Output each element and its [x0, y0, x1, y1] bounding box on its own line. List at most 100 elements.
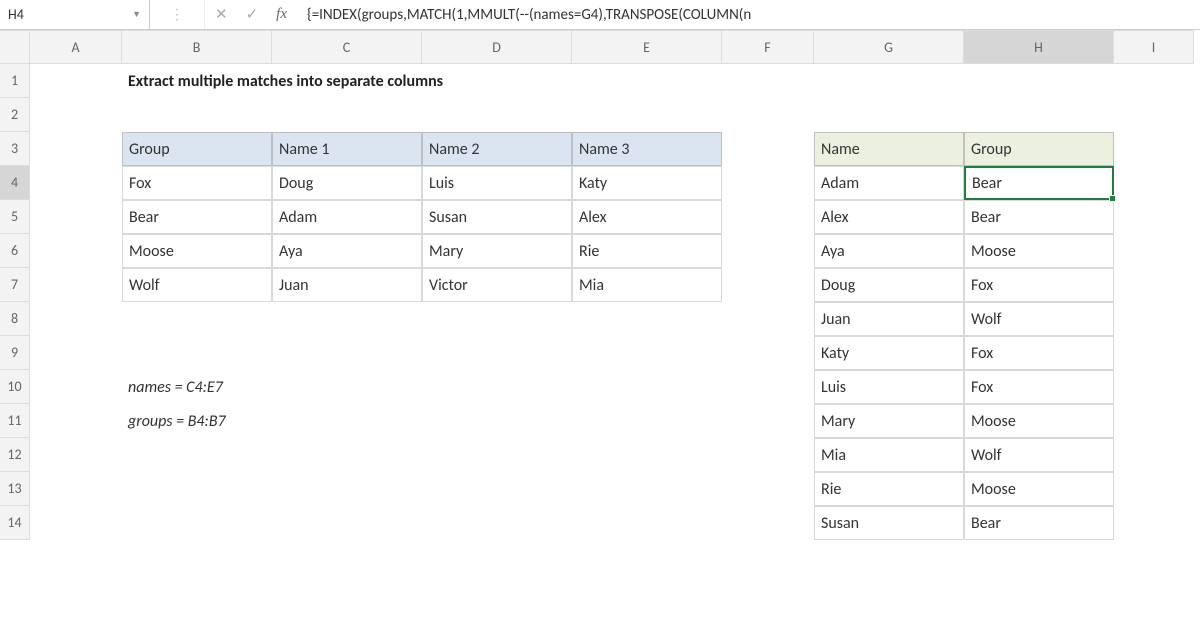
row-hdr-10[interactable]: 10 [0, 370, 30, 404]
cell[interactable] [30, 506, 122, 540]
row-hdr-2[interactable]: 2 [0, 98, 30, 132]
table-cell[interactable]: Moose [964, 234, 1114, 268]
cell[interactable] [1114, 302, 1194, 336]
row-hdr-12[interactable]: 12 [0, 438, 30, 472]
table-cell[interactable]: Moose [122, 234, 272, 268]
cell[interactable] [30, 234, 122, 268]
cell[interactable] [30, 132, 122, 166]
col-hdr-C[interactable]: C [272, 30, 422, 64]
cell[interactable] [722, 506, 814, 540]
cell[interactable] [30, 98, 122, 132]
left-header[interactable]: Name 2 [422, 132, 572, 166]
cell[interactable] [122, 302, 272, 336]
cell[interactable] [722, 268, 814, 302]
table-cell[interactable]: Fox [122, 166, 272, 200]
cell[interactable] [30, 268, 122, 302]
cell[interactable] [1114, 98, 1194, 132]
table-cell[interactable]: Moose [964, 472, 1114, 506]
table-cell[interactable]: Aya [814, 234, 964, 268]
col-hdr-F[interactable]: F [722, 30, 814, 64]
cell[interactable] [422, 302, 572, 336]
cell[interactable] [572, 472, 722, 506]
table-cell[interactable]: Doug [814, 268, 964, 302]
selected-cell-H4[interactable]: Bear [964, 166, 1114, 200]
cell[interactable] [122, 98, 272, 132]
cell[interactable] [722, 234, 814, 268]
cell[interactable] [272, 506, 422, 540]
table-cell[interactable]: Doug [272, 166, 422, 200]
table-cell[interactable]: Bear [964, 506, 1114, 540]
cell[interactable] [422, 438, 572, 472]
table-cell[interactable]: Rie [814, 472, 964, 506]
table-cell[interactable]: Alex [814, 200, 964, 234]
cell[interactable] [30, 336, 122, 370]
col-hdr-D[interactable]: D [422, 30, 572, 64]
left-header[interactable]: Group [122, 132, 272, 166]
cell[interactable] [722, 166, 814, 200]
cell[interactable] [272, 302, 422, 336]
cell[interactable] [30, 404, 122, 438]
cell[interactable] [964, 98, 1114, 132]
cell[interactable] [272, 336, 422, 370]
table-cell[interactable]: Katy [814, 336, 964, 370]
fx-icon[interactable]: fx [276, 6, 287, 23]
cell[interactable] [1114, 370, 1194, 404]
table-cell[interactable]: Victor [422, 268, 572, 302]
row-hdr-4[interactable]: 4 [0, 166, 30, 200]
col-hdr-G[interactable]: G [814, 30, 964, 64]
table-cell[interactable]: Juan [272, 268, 422, 302]
cell[interactable] [572, 404, 722, 438]
cell[interactable] [30, 64, 122, 98]
col-hdr-E[interactable]: E [572, 30, 722, 64]
table-cell[interactable]: Juan [814, 302, 964, 336]
table-cell[interactable]: Katy [572, 166, 722, 200]
cell[interactable] [30, 200, 122, 234]
cell[interactable] [122, 438, 272, 472]
table-cell[interactable]: Adam [272, 200, 422, 234]
table-cell[interactable]: Luis [814, 370, 964, 404]
table-cell[interactable]: Adam [814, 166, 964, 200]
cell[interactable] [1114, 506, 1194, 540]
cell[interactable] [122, 472, 272, 506]
cancel-formula-icon[interactable]: ✕ [215, 5, 228, 24]
col-hdr-B[interactable]: B [122, 30, 272, 64]
cell[interactable] [30, 472, 122, 506]
name-box-dropdown-icon[interactable]: ▼ [132, 9, 141, 20]
cell[interactable] [272, 438, 422, 472]
table-cell[interactable]: Bear [122, 200, 272, 234]
table-cell[interactable]: Mia [814, 438, 964, 472]
row-hdr-7[interactable]: 7 [0, 268, 30, 302]
enter-formula-icon[interactable]: ✓ [246, 5, 259, 24]
cell[interactable] [572, 506, 722, 540]
cell[interactable] [722, 336, 814, 370]
fill-handle[interactable] [1109, 195, 1116, 202]
cell[interactable] [272, 98, 422, 132]
cell[interactable] [722, 370, 814, 404]
cell[interactable] [1114, 64, 1194, 98]
table-cell[interactable]: Alex [572, 200, 722, 234]
table-cell[interactable]: Aya [272, 234, 422, 268]
cell[interactable] [272, 472, 422, 506]
cell[interactable] [722, 438, 814, 472]
cell[interactable] [572, 98, 722, 132]
formula-input[interactable]: {=INDEX(groups,MATCH(1,MMULT(--(names=G4… [307, 0, 1200, 29]
row-hdr-6[interactable]: 6 [0, 234, 30, 268]
cell[interactable] [1114, 166, 1194, 200]
col-hdr-I[interactable]: I [1114, 30, 1194, 64]
name-box[interactable]: H4 ▼ [0, 0, 150, 29]
table-cell[interactable]: Bear [964, 200, 1114, 234]
cell[interactable] [1114, 234, 1194, 268]
cell[interactable] [572, 370, 722, 404]
cell[interactable] [1114, 132, 1194, 166]
col-hdr-A[interactable]: A [30, 30, 122, 64]
cell[interactable] [722, 302, 814, 336]
cell[interactable] [1114, 336, 1194, 370]
select-all-corner[interactable] [0, 30, 30, 64]
cell[interactable] [1114, 404, 1194, 438]
row-hdr-3[interactable]: 3 [0, 132, 30, 166]
cell[interactable] [422, 98, 572, 132]
table-cell[interactable]: Rie [572, 234, 722, 268]
cell[interactable] [722, 472, 814, 506]
cell[interactable] [1114, 200, 1194, 234]
cell[interactable] [422, 404, 572, 438]
